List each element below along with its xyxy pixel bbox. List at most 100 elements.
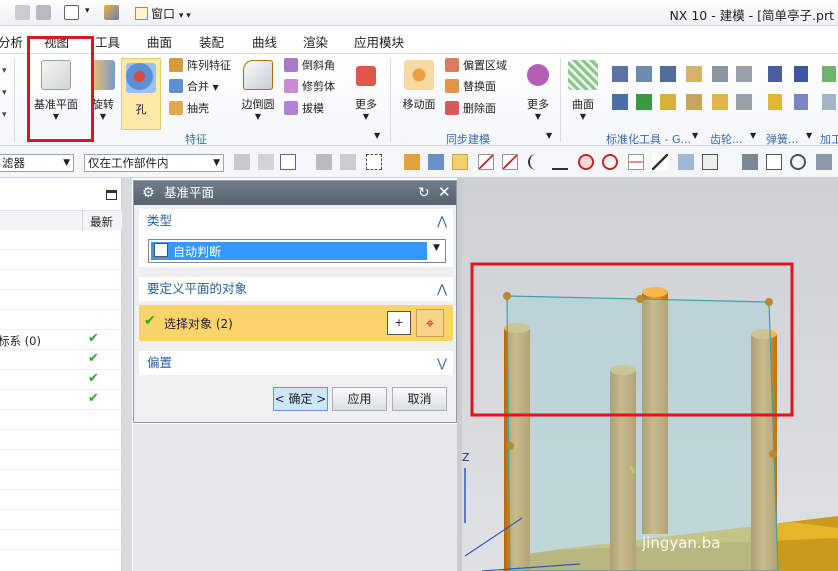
draft-button[interactable]: 拔模 [284,99,324,119]
scope-select[interactable]: 仅在工作部件内 ▼ [84,154,224,172]
header-latest[interactable]: 最新 [90,214,113,230]
view-icon[interactable] [766,154,782,170]
menu-tools[interactable]: 工具 [95,32,120,51]
type-select[interactable]: 自动判断 ▼ [148,239,446,263]
expand-icon[interactable]: ⋁ [437,351,447,375]
snap-icon[interactable] [404,154,420,170]
list-item[interactable] [0,410,122,430]
list-item[interactable] [0,510,122,530]
edit-icon[interactable] [104,5,119,20]
ok-button[interactable]: < 确定 > [273,387,328,411]
unite-button[interactable]: 合并 ▼ [169,77,219,97]
menu-assembly[interactable]: 装配 [199,32,224,51]
ribbon-small-icon[interactable] [612,94,628,110]
edge-blend-button[interactable]: 边倒圆 ▼ [238,58,278,121]
snap-icon[interactable] [258,154,274,170]
replace-face-button[interactable]: 替换面 [445,77,496,97]
select-box-icon[interactable] [366,154,382,170]
ribbon-small-icon[interactable] [660,94,676,110]
group-dropdown-icon[interactable]: ▼ [374,131,380,140]
line-icon[interactable] [502,154,518,170]
model-view[interactable] [462,178,838,571]
move-face-button[interactable]: 移动面 [398,58,440,112]
maximize-icon[interactable] [106,190,117,200]
apply-button[interactable]: 应用 [332,387,387,411]
view-icon[interactable] [742,154,758,170]
ribbon-small-icon[interactable] [822,66,836,82]
type-section-header[interactable]: 类型 ⋀ [139,209,453,233]
ribbon-small-icon[interactable] [612,66,628,82]
offset-section-header[interactable]: 偏置 ⋁ [139,351,453,375]
snap-icon[interactable] [702,154,718,170]
ribbon-small-icon[interactable] [768,66,782,82]
offset-region-button[interactable]: 偏置区域 [445,56,507,76]
delete-face-button[interactable]: 删除面 [445,99,496,119]
ribbon-small-icon[interactable] [636,66,652,82]
snap-icon[interactable] [678,154,694,170]
list-item[interactable] [0,230,122,250]
ribbon-small-icon[interactable] [768,94,782,110]
copy-icon[interactable] [15,5,30,20]
menu-render[interactable]: 渲染 [303,32,328,51]
list-item[interactable]: ✔ [0,390,122,410]
filter-select[interactable]: 滤器 ▼ [0,154,74,172]
plane-handle[interactable] [506,442,514,450]
more-sync-button[interactable]: 更多 ▼ [522,58,554,121]
list-item[interactable]: 标系 (0) ✔ [0,330,122,350]
snap-icon[interactable] [340,154,356,170]
refresh-icon[interactable] [790,154,806,170]
ribbon-small-icon[interactable] [686,66,702,82]
list-item[interactable] [0,250,122,270]
objects-section-header[interactable]: 要定义平面的对象 ⋀ [139,277,453,301]
snap-icon[interactable] [452,154,468,170]
menu-surface[interactable]: 曲面 [147,32,172,51]
close-icon[interactable]: ✕ [438,180,451,204]
group-dropdown-icon[interactable]: ▼ [806,131,812,140]
list-item[interactable] [0,450,122,470]
list-item[interactable] [0,310,122,330]
trim-body-button[interactable]: 修剪体 [284,77,335,97]
center-icon[interactable] [578,154,594,170]
ribbon-small-icon[interactable] [822,94,836,110]
list-item[interactable]: ✔ [0,370,122,390]
ribbon-small-icon[interactable] [736,66,752,82]
chamfer-button[interactable]: 倒斜角 [284,56,335,76]
ribbon-small-icon[interactable] [794,66,808,82]
plane-handle[interactable] [765,298,773,306]
list-item[interactable] [0,290,122,310]
datum-plane-preview[interactable] [506,295,779,571]
snap-icon[interactable] [280,154,296,170]
group-dropdown-icon[interactable]: ▼ [692,131,698,140]
pattern-feature-button[interactable]: 阵列特征 [169,56,231,76]
ribbon-small-icon[interactable] [712,66,728,82]
menu-applications[interactable]: 应用模块 [354,32,404,51]
list-item[interactable] [0,490,122,510]
list-item[interactable] [0,470,122,490]
snap-icon[interactable] [316,154,332,170]
reset-icon[interactable]: ↻ [418,181,430,205]
surface-button[interactable]: 曲面 ▼ [566,58,600,121]
list-item[interactable] [0,530,122,550]
paste-icon[interactable] [36,5,51,20]
ribbon-small-icon[interactable] [660,66,676,82]
ribbon-small-icon[interactable] [736,94,752,110]
tangent-icon[interactable] [552,154,568,170]
cancel-button[interactable]: 取消 [392,387,447,411]
list-item[interactable]: ✔ [0,350,122,370]
add-point-button[interactable]: + [387,311,411,335]
group-dropdown-icon[interactable]: ▼ [546,131,552,140]
ribbon-left-arrows[interactable]: ▾ ▾ ▾ [2,60,7,126]
gear-icon[interactable]: ⚙ [142,181,155,205]
list-item[interactable] [0,430,122,450]
shell-button[interactable]: 抽壳 [169,99,209,119]
ribbon-small-icon[interactable] [712,94,728,110]
collapse-icon[interactable]: ⋀ [437,277,447,301]
graphics-viewport[interactable]: Z jingyan.ba [462,178,838,571]
arc-icon[interactable] [528,154,544,170]
hole-button[interactable]: 孔 [121,58,161,130]
dropdown-arrow-icon[interactable]: ▾ [85,6,90,16]
line-icon[interactable] [478,154,494,170]
ribbon-small-icon[interactable] [636,94,652,110]
view-icon[interactable] [816,154,832,170]
window-menu[interactable]: 窗口 ▾ ▾ [135,5,191,22]
